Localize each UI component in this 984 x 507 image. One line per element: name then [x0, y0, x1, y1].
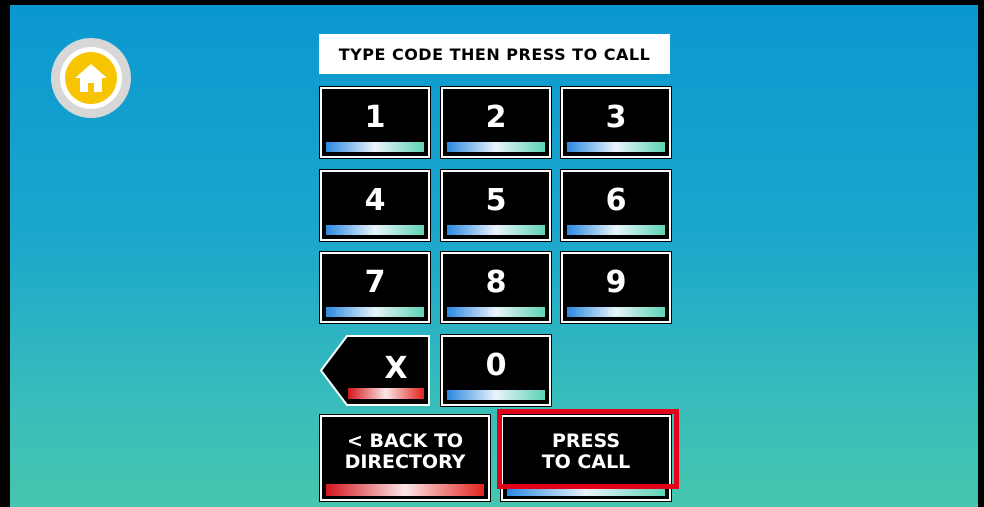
back-label-line-2: DIRECTORY [344, 451, 466, 473]
call-label-line-2: TO CALL [541, 451, 631, 473]
key-underline [567, 307, 665, 317]
key-underline [326, 225, 424, 235]
keypad-key-2[interactable]: 2 [441, 87, 551, 158]
call-button-label: PRESS TO CALL [503, 431, 669, 473]
keypad-key-3[interactable]: 3 [561, 87, 671, 158]
back-label-line-1: < BACK TO [346, 430, 464, 452]
key-label: 3 [605, 100, 627, 135]
keypad-key-9[interactable]: 9 [561, 252, 671, 323]
key-label: 5 [485, 183, 507, 218]
home-icon [75, 64, 107, 92]
key-label: 0 [485, 348, 507, 383]
key-underline [567, 142, 665, 152]
clear-key[interactable]: X [320, 335, 430, 406]
key-underline [447, 307, 545, 317]
key-label: 7 [364, 265, 386, 300]
keypad-key-5[interactable]: 5 [441, 170, 551, 241]
key-underline [326, 484, 484, 496]
key-underline [447, 142, 545, 152]
back-button-label: < BACK TO DIRECTORY [322, 431, 488, 473]
key-label: 1 [364, 100, 386, 135]
keypad-key-4[interactable]: 4 [320, 170, 430, 241]
home-button-ring [60, 47, 122, 109]
back-to-directory-button[interactable]: < BACK TO DIRECTORY [320, 415, 490, 501]
keypad-key-8[interactable]: 8 [441, 252, 551, 323]
home-button-face [65, 52, 117, 104]
key-underline [326, 142, 424, 152]
keypad-key-0[interactable]: 0 [441, 335, 551, 406]
key-underline [447, 390, 545, 400]
clear-key-label: X [384, 351, 408, 386]
key-label: 2 [485, 100, 507, 135]
key-underline [348, 388, 424, 399]
key-underline [326, 307, 424, 317]
call-label-line-1: PRESS [551, 430, 621, 452]
keypad-key-6[interactable]: 6 [561, 170, 671, 241]
key-label: 8 [485, 265, 507, 300]
key-label: 9 [605, 265, 627, 300]
key-underline [507, 484, 665, 496]
press-to-call-button[interactable]: PRESS TO CALL [501, 415, 671, 501]
home-button[interactable] [51, 38, 131, 118]
key-underline [447, 225, 545, 235]
key-label: 4 [364, 183, 386, 218]
kiosk-screen: TYPE CODE THEN PRESS TO CALL 1 2 3 4 5 6… [10, 5, 978, 507]
key-underline [567, 225, 665, 235]
instruction-banner: TYPE CODE THEN PRESS TO CALL [319, 34, 670, 74]
key-label: 6 [605, 183, 627, 218]
keypad-key-1[interactable]: 1 [320, 87, 430, 158]
keypad-key-7[interactable]: 7 [320, 252, 430, 323]
